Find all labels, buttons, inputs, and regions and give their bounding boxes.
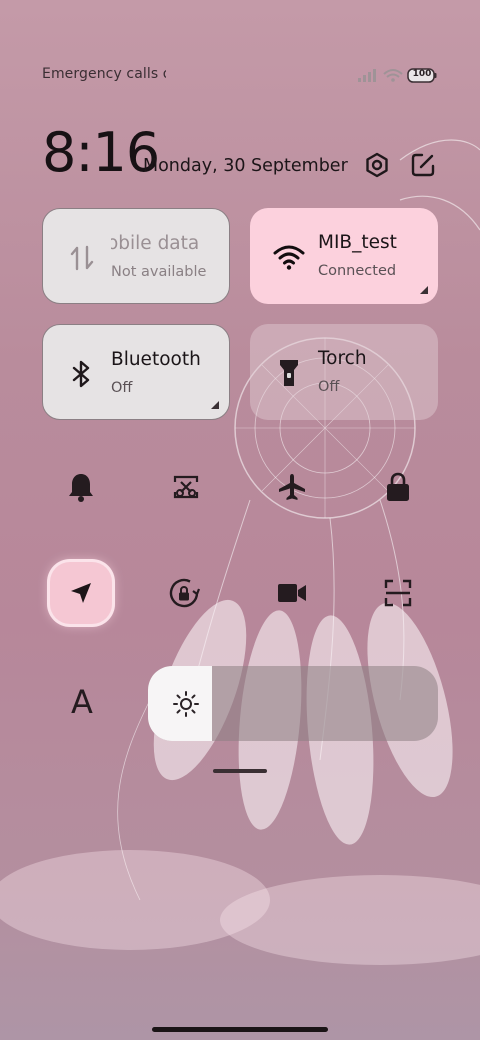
- expand-corner-icon[interactable]: [211, 401, 219, 409]
- tile-torch-title: Torch: [318, 348, 367, 369]
- location-toggle[interactable]: [50, 562, 112, 624]
- video-icon: [278, 584, 306, 602]
- lock-icon: [387, 472, 409, 501]
- airplane-toggle[interactable]: [270, 465, 314, 509]
- torch-icon: [272, 356, 306, 390]
- tile-mobile-data-subtitle: Not available: [111, 264, 207, 280]
- scanner-toggle[interactable]: [376, 571, 420, 615]
- mobile-data-icon: [65, 241, 99, 275]
- carrier-status-text: Emergency calls o: [42, 66, 166, 82]
- edit-button[interactable]: [406, 148, 440, 182]
- home-indicator[interactable]: [152, 1027, 328, 1032]
- tile-wifi-title: MIB_test: [318, 232, 397, 253]
- lock-screen-toggle[interactable]: [376, 465, 420, 509]
- screen-record-toggle[interactable]: [270, 571, 314, 615]
- wifi-icon: [272, 240, 306, 274]
- bell-icon: [69, 474, 93, 502]
- tile-wifi[interactable]: MIB_test Connected: [250, 208, 438, 304]
- tile-torch-subtitle: Off: [318, 379, 340, 395]
- brightness-slider[interactable]: [148, 666, 438, 741]
- screenshot-icon: [173, 475, 199, 499]
- tile-mobile-data[interactable]: Mobile data Not available: [42, 208, 230, 304]
- settings-button[interactable]: [360, 148, 394, 182]
- signal-icon: [358, 69, 376, 82]
- edit-icon: [411, 153, 435, 177]
- drag-handle[interactable]: [213, 769, 267, 773]
- settings-hex-icon: [366, 152, 388, 178]
- airplane-icon: [279, 474, 305, 500]
- rotation-lock-icon: [169, 578, 201, 608]
- tile-bluetooth[interactable]: Bluetooth Off: [42, 324, 230, 420]
- tile-mobile-data-title: Mobile data: [111, 233, 200, 254]
- expand-corner-icon[interactable]: [420, 286, 428, 294]
- date: Monday, 30 September: [143, 156, 348, 176]
- rotation-lock-toggle[interactable]: [164, 571, 208, 615]
- screenshot-toggle[interactable]: [164, 465, 208, 509]
- font-size-button[interactable]: A: [62, 682, 102, 722]
- bluetooth-icon: [65, 357, 99, 391]
- battery-level: 100: [412, 69, 432, 79]
- tile-bluetooth-subtitle: Off: [111, 380, 133, 396]
- ring-toggle[interactable]: [59, 465, 103, 509]
- tile-wifi-subtitle: Connected: [318, 263, 397, 279]
- sun-icon: [173, 691, 199, 721]
- wifi-status-icon: [383, 69, 403, 82]
- tile-torch[interactable]: Torch Off: [250, 324, 438, 420]
- tile-bluetooth-title: Bluetooth: [111, 349, 201, 370]
- scan-icon: [384, 579, 412, 607]
- clock: 8:16: [42, 121, 160, 184]
- location-icon: [71, 583, 91, 603]
